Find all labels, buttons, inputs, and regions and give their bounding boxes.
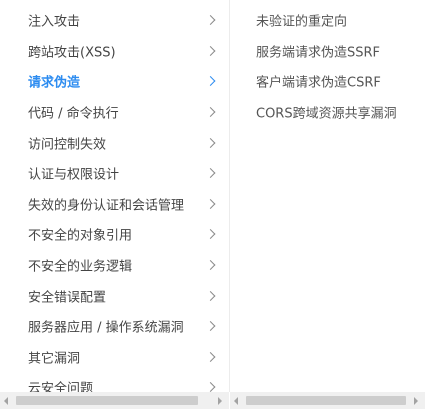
category-item-label: 不安全的业务逻辑: [28, 259, 133, 275]
chevron-right-icon: [205, 260, 216, 271]
category-item-auth-permission[interactable]: 认证与权限设计: [0, 158, 229, 189]
category-menu: 注入攻击 跨站攻击(XSS) 请求伪造 代码 / 命令执行 访问控制失效 认证与…: [0, 0, 230, 409]
scroll-right-arrow-icon[interactable]: [414, 397, 418, 405]
category-item-label: 注入攻击: [28, 14, 81, 30]
category-item-label: 请求伪造: [28, 75, 81, 91]
subcategory-horizontal-scrollbar[interactable]: [230, 392, 425, 409]
scrollbar-thumb[interactable]: [16, 396, 198, 405]
category-horizontal-scrollbar[interactable]: [0, 392, 229, 409]
subcategory-menu: 未验证的重定向 服务端请求伪造SSRF 客户端请求伪造CSRF CORS跨域资源…: [230, 0, 425, 392]
category-item-label: 失效的身份认证和会话管理: [28, 198, 185, 214]
category-item-label: 安全错误配置: [28, 290, 107, 306]
category-item-insecure-object-ref[interactable]: 不安全的对象引用: [0, 219, 229, 250]
category-item-access-control[interactable]: 访问控制失效: [0, 127, 229, 158]
category-item-misconfig[interactable]: 安全错误配置: [0, 280, 229, 311]
category-item-label: 认证与权限设计: [28, 167, 120, 183]
scroll-left-arrow-icon[interactable]: [4, 397, 8, 405]
subcategory-item-label: 服务端请求伪造SSRF: [256, 45, 381, 61]
chevron-right-icon: [205, 290, 216, 301]
chevron-right-icon: [205, 351, 216, 362]
scrollbar-thumb[interactable]: [246, 396, 406, 405]
category-item-label: 访问控制失效: [28, 137, 107, 153]
category-item-business-logic[interactable]: 不安全的业务逻辑: [0, 250, 229, 281]
scroll-right-arrow-icon[interactable]: [218, 397, 222, 405]
subcategory-item-label: 客户端请求伪造CSRF: [256, 75, 381, 91]
category-item-other-vuln[interactable]: 其它漏洞: [0, 342, 229, 373]
chevron-right-icon: [205, 45, 216, 56]
scroll-left-arrow-icon[interactable]: [234, 397, 238, 405]
category-item-label: 其它漏洞: [28, 351, 81, 367]
category-item-code-exec[interactable]: 代码 / 命令执行: [0, 97, 229, 128]
chevron-right-icon: [205, 107, 216, 118]
category-item-server-os-vuln[interactable]: 服务器应用 / 操作系统漏洞: [0, 311, 229, 342]
subcategory-item-label: CORS跨域资源共享漏洞: [256, 106, 397, 122]
chevron-right-icon: [205, 321, 216, 332]
category-item-label: 跨站攻击(XSS): [28, 45, 116, 61]
category-item-xss[interactable]: 跨站攻击(XSS): [0, 36, 229, 67]
category-item-label: 服务器应用 / 操作系统漏洞: [28, 320, 184, 336]
chevron-right-icon: [205, 229, 216, 240]
chevron-right-icon: [205, 76, 216, 87]
category-item-broken-auth-session[interactable]: 失效的身份认证和会话管理: [0, 189, 229, 220]
chevron-right-icon: [205, 15, 216, 26]
chevron-right-icon: [205, 137, 216, 148]
category-item-injection[interactable]: 注入攻击: [0, 5, 229, 36]
chevron-right-icon: [205, 198, 216, 209]
subcategory-item-label: 未验证的重定向: [256, 14, 348, 30]
category-item-request-forgery[interactable]: 请求伪造: [0, 66, 229, 97]
category-item-label: 代码 / 命令执行: [28, 106, 119, 122]
chevron-right-icon: [205, 382, 216, 393]
category-item-label: 不安全的对象引用: [28, 228, 133, 244]
chevron-right-icon: [205, 168, 216, 179]
